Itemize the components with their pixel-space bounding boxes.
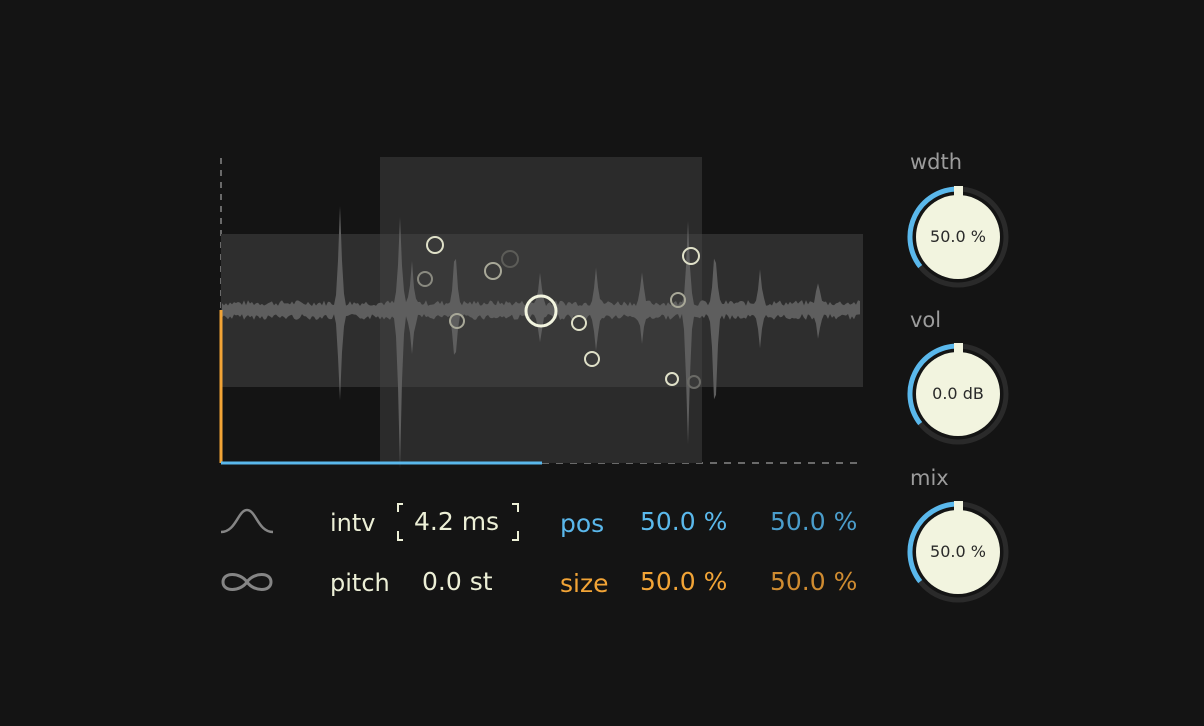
position-label: pos: [560, 509, 605, 538]
window-curve-icon[interactable]: [220, 508, 274, 534]
size-value-b[interactable]: 50.0 %: [770, 569, 857, 594]
interval-label: intv: [330, 509, 376, 537]
mix-knob-value: 50.0 %: [930, 542, 986, 561]
width-knob-value: 50.0 %: [930, 227, 986, 246]
infinity-loop-icon[interactable]: [221, 573, 273, 591]
width-knob-label: wdth: [910, 150, 963, 174]
pitch-label: pitch: [330, 569, 390, 597]
mix-knob-label: mix: [910, 466, 949, 490]
position-value-a[interactable]: 50.0 %: [640, 509, 727, 534]
volume-knob-label: vol: [910, 308, 942, 332]
size-value-a[interactable]: 50.0 %: [640, 569, 727, 594]
volume-knob-value: 0.0 dB: [932, 384, 984, 403]
position-value-b[interactable]: 50.0 %: [770, 509, 857, 534]
size-label: size: [560, 569, 609, 598]
granular-display[interactable]: [0, 0, 1204, 726]
pitch-value[interactable]: 0.0 st: [422, 569, 493, 594]
interval-value[interactable]: 4.2 ms: [414, 509, 499, 534]
